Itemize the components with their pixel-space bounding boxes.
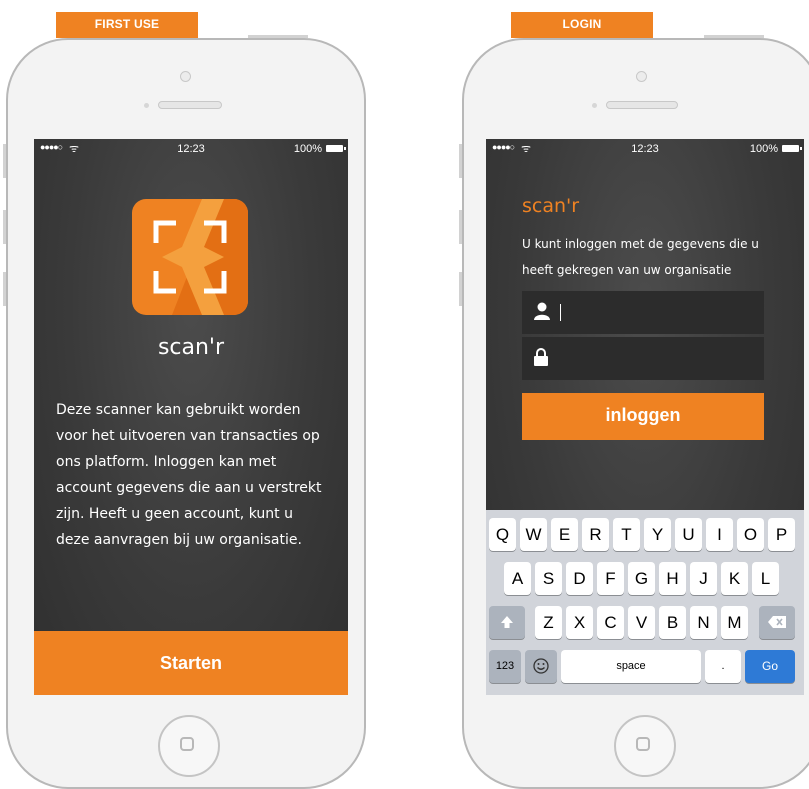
battery-icon xyxy=(782,145,802,152)
key[interactable]: G xyxy=(628,562,655,595)
emoji-icon xyxy=(533,658,549,674)
username-field[interactable] xyxy=(522,291,764,334)
key[interactable]: S xyxy=(535,562,562,595)
key[interactable]: W xyxy=(520,518,547,551)
key[interactable]: Z xyxy=(535,606,562,639)
emoji-key[interactable] xyxy=(525,650,557,683)
key[interactable]: A xyxy=(504,562,531,595)
lock-icon xyxy=(534,348,548,371)
phone-first-use: ●●●●○ ᯤ 12:23 100% scan'r Deze scanner k… xyxy=(3,35,366,789)
home-button[interactable] xyxy=(158,715,220,777)
key[interactable]: Y xyxy=(644,518,671,551)
keyboard: Q W E R T Y U I O P A S D F G H J K L Z … xyxy=(486,510,804,695)
sensor-dot xyxy=(592,103,597,108)
scanr-logo-icon xyxy=(132,199,248,315)
key[interactable]: U xyxy=(675,518,702,551)
app-name: scan'r xyxy=(157,335,225,360)
password-field[interactable] xyxy=(522,337,764,380)
key[interactable]: C xyxy=(597,606,624,639)
key[interactable]: E xyxy=(551,518,578,551)
description-text: Deze scanner kan gebruikt worden voor he… xyxy=(56,402,322,548)
home-square-icon xyxy=(180,737,194,751)
key[interactable]: P xyxy=(768,518,795,551)
key[interactable]: R xyxy=(582,518,609,551)
text-cursor xyxy=(560,304,561,321)
first-use-label: FIRST USE xyxy=(56,12,198,38)
camera-icon xyxy=(636,71,647,82)
login-label: LOGIN xyxy=(511,12,653,38)
numbers-key[interactable]: 123 xyxy=(489,650,521,683)
go-key[interactable]: Go xyxy=(745,650,795,683)
home-square-icon xyxy=(636,737,650,751)
side-button xyxy=(3,272,6,306)
key[interactable]: B xyxy=(659,606,686,639)
phone-login: ●●●●○ ᯤ 12:23 100% scan'r U kunt inlogge… xyxy=(459,35,809,789)
shift-icon xyxy=(501,616,513,628)
side-button xyxy=(459,210,462,244)
key[interactable]: N xyxy=(690,606,717,639)
key[interactable]: O xyxy=(737,518,764,551)
login-button[interactable]: inloggen xyxy=(522,393,764,440)
home-button[interactable] xyxy=(614,715,676,777)
key[interactable]: D xyxy=(566,562,593,595)
key[interactable]: T xyxy=(613,518,640,551)
login-intro-text: U kunt inloggen met de gegevens die u he… xyxy=(522,237,759,277)
status-bar: ●●●●○ ᯤ 12:23 100% xyxy=(34,139,348,159)
start-button[interactable]: Starten xyxy=(34,631,348,695)
key[interactable]: J xyxy=(690,562,717,595)
brand-title: scan'r xyxy=(522,195,580,217)
battery-percent: 100% xyxy=(749,143,778,155)
user-icon xyxy=(534,302,550,325)
key[interactable]: Q xyxy=(489,518,516,551)
key[interactable]: M xyxy=(721,606,748,639)
speaker-grille xyxy=(158,101,222,109)
period-key[interactable]: . xyxy=(705,650,741,683)
shift-key[interactable] xyxy=(489,606,525,639)
backspace-icon xyxy=(768,616,786,628)
key[interactable]: V xyxy=(628,606,655,639)
camera-icon xyxy=(180,71,191,82)
battery-icon xyxy=(326,145,346,152)
side-button xyxy=(3,210,6,244)
top-button xyxy=(248,35,308,38)
key[interactable]: I xyxy=(706,518,733,551)
side-button xyxy=(3,144,6,178)
key[interactable]: H xyxy=(659,562,686,595)
battery-percent: 100% xyxy=(293,143,322,155)
top-button xyxy=(704,35,764,38)
side-button xyxy=(459,144,462,178)
key[interactable]: L xyxy=(752,562,779,595)
speaker-grille xyxy=(606,101,678,109)
key[interactable]: F xyxy=(597,562,624,595)
side-button xyxy=(459,272,462,306)
backspace-key[interactable] xyxy=(759,606,795,639)
screen-login: ●●●●○ ᯤ 12:23 100% scan'r U kunt inlogge… xyxy=(486,139,804,695)
key[interactable]: K xyxy=(721,562,748,595)
status-bar: ●●●●○ ᯤ 12:23 100% xyxy=(486,139,804,159)
sensor-dot xyxy=(144,103,149,108)
key[interactable]: X xyxy=(566,606,593,639)
screen-first-use: ●●●●○ ᯤ 12:23 100% scan'r Deze scanner k… xyxy=(34,139,348,695)
space-key[interactable]: space xyxy=(561,650,701,683)
